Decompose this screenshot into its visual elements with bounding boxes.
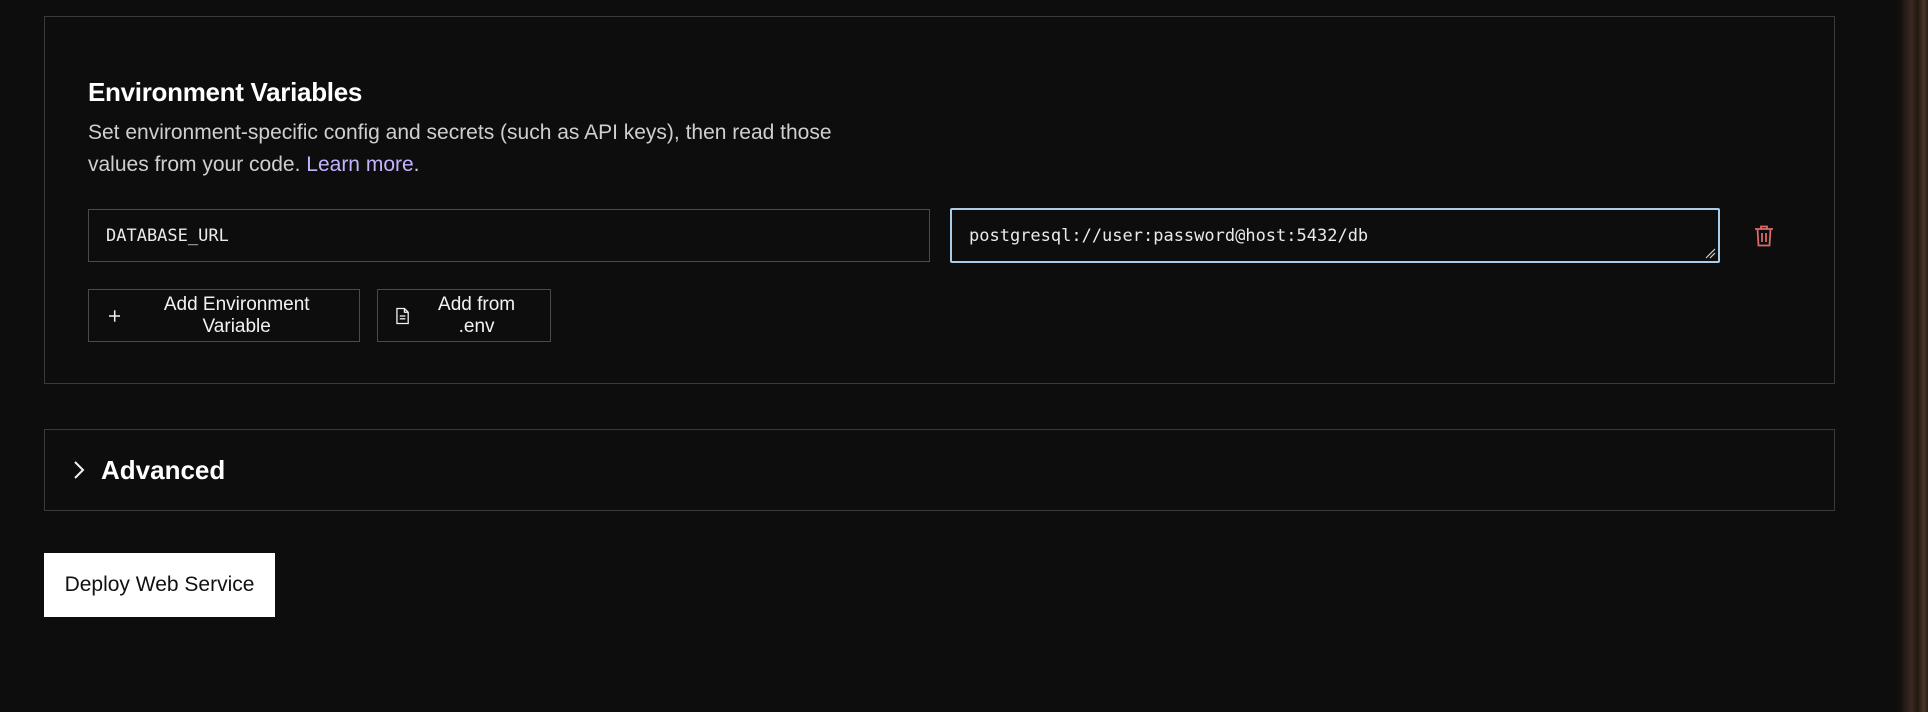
trash-icon (1755, 225, 1773, 247)
description-suffix: . (413, 153, 420, 176)
environment-variables-card: Environment Variables Set environment-sp… (44, 16, 1835, 384)
env-key-input[interactable] (88, 209, 930, 262)
delete-variable-button[interactable] (1751, 223, 1777, 249)
file-icon (396, 307, 409, 324)
deploy-web-service-button[interactable]: Deploy Web Service (44, 553, 275, 617)
resize-handle-icon[interactable] (1704, 247, 1716, 259)
advanced-section-toggle[interactable]: Advanced (44, 429, 1835, 511)
learn-more-link[interactable]: Learn more (306, 153, 413, 176)
desktop-background-edge (1902, 0, 1928, 712)
environment-variables-description: Set environment-specific config and secr… (88, 117, 868, 181)
add-from-env-label: Add from .env (438, 293, 516, 337)
add-environment-variable-button[interactable]: Add Environment Variable (88, 289, 360, 342)
environment-variables-title: Environment Variables (88, 77, 363, 107)
add-from-env-button[interactable]: Add from .env (377, 289, 551, 342)
env-value-textarea[interactable]: postgresql://user:password@host:5432/db (950, 208, 1720, 263)
add-environment-variable-label: Add Environment Variable (163, 293, 310, 337)
chevron-right-icon (73, 460, 85, 480)
advanced-title: Advanced (101, 454, 226, 485)
description-text: Set environment-specific config and secr… (88, 121, 832, 176)
plus-icon (109, 309, 121, 322)
env-value-text: postgresql://user:password@host:5432/db (969, 225, 1369, 246)
